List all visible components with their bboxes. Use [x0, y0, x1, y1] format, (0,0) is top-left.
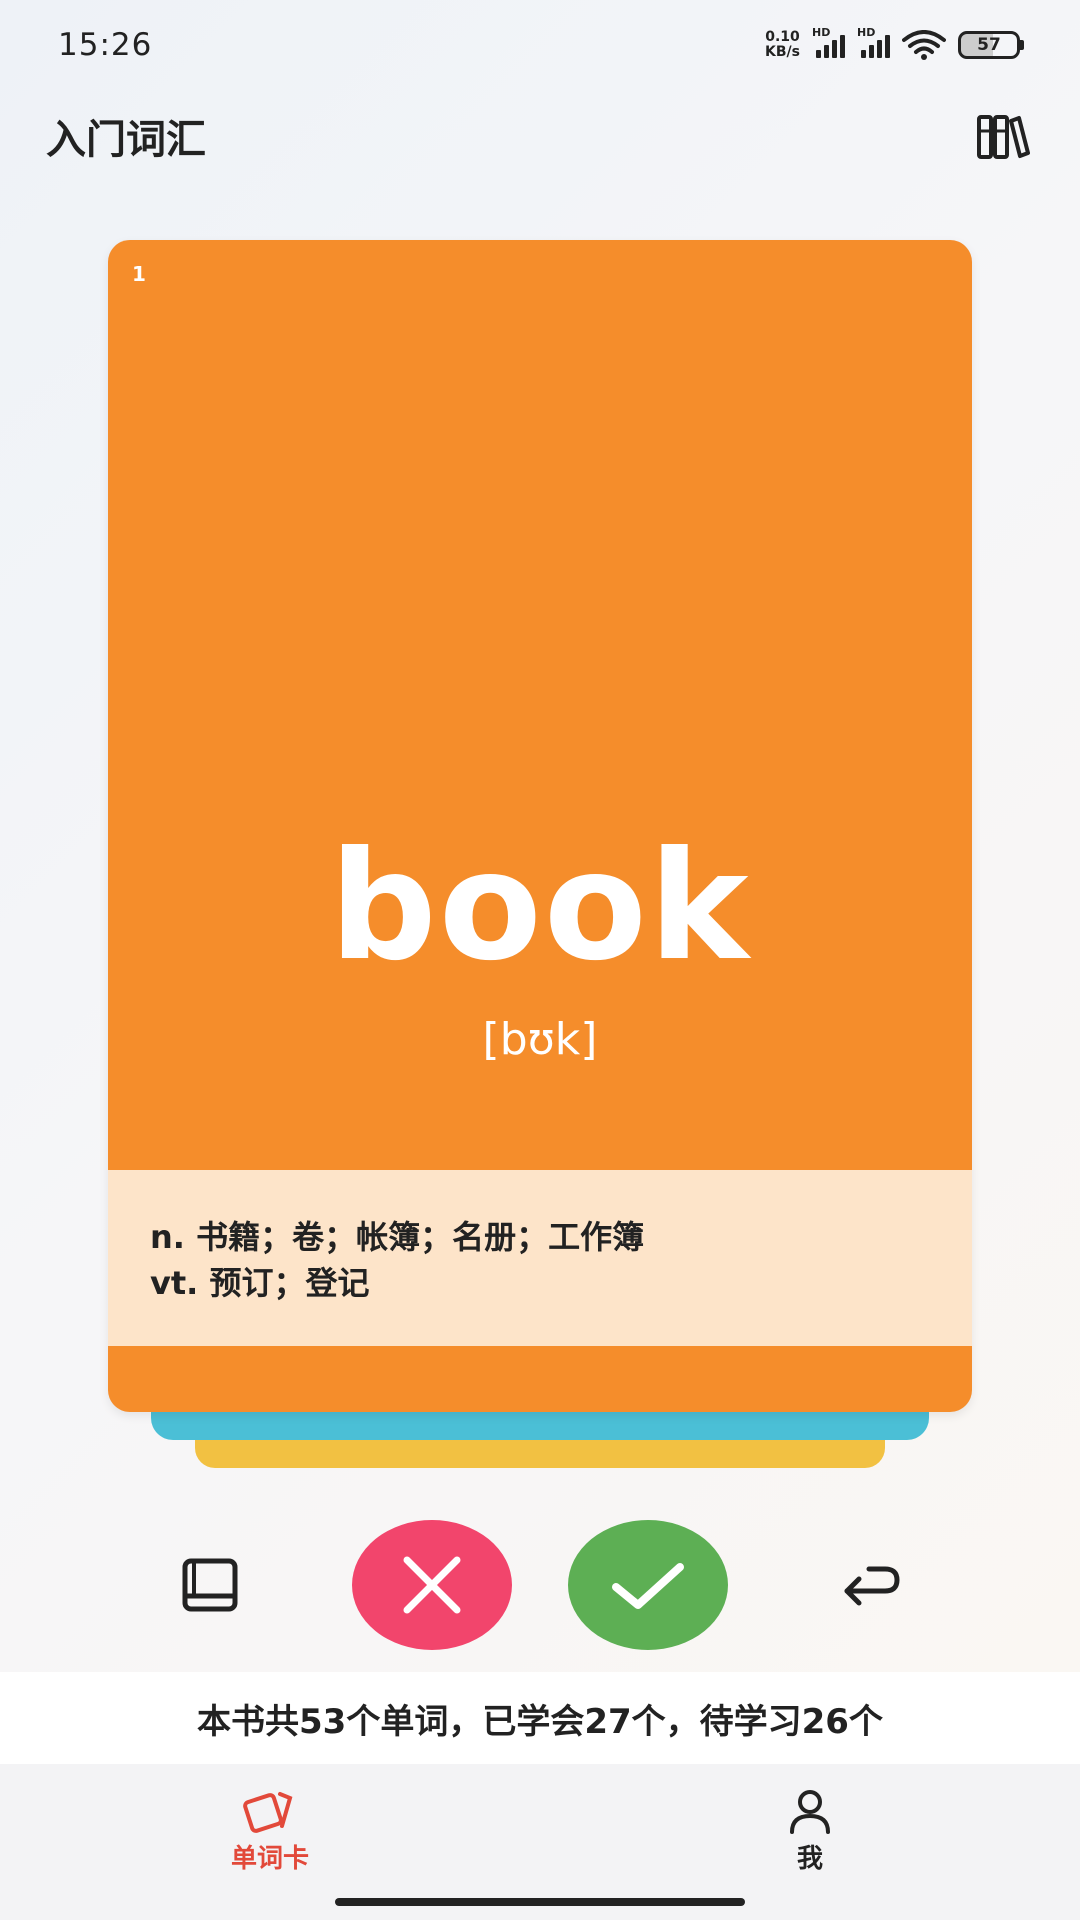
hd-label-2: HD — [857, 26, 876, 39]
phonetic-text: [bʊk] — [482, 1014, 598, 1065]
cards-icon — [243, 1792, 293, 1833]
bottom-nav: 单词卡 我 — [0, 1764, 1080, 1920]
definition-verb: vt. 预订；登记 — [150, 1264, 370, 1302]
definition-noun: n. 书籍；卷；帐簿；名册；工作簿 — [150, 1218, 645, 1256]
wifi-icon — [902, 30, 946, 60]
card-index: 1 — [132, 262, 146, 286]
home-indicator[interactable] — [335, 1898, 745, 1906]
status-icons: 0.10 KB/s HD HD 57 — [765, 26, 1024, 60]
check-icon — [612, 1563, 684, 1609]
dictionary-button[interactable] — [172, 1552, 248, 1618]
know-button[interactable] — [568, 1520, 728, 1650]
bookshelf-icon[interactable] — [976, 111, 1030, 161]
tab-me[interactable]: 我 — [740, 1788, 880, 1875]
hd-label: HD — [812, 26, 831, 39]
undo-button[interactable] — [832, 1552, 908, 1618]
action-row — [0, 1520, 1080, 1650]
book-icon — [182, 1558, 238, 1612]
word-card[interactable]: 1 book [bʊk] n. 书籍；卷；帐簿；名册；工作簿 vt. 预订；登记 — [108, 240, 972, 1412]
network-speed-value: 0.10 — [765, 29, 800, 45]
signal-icon-2: HD — [857, 26, 890, 58]
battery-icon: 57 — [958, 31, 1024, 59]
forget-button[interactable] — [352, 1520, 512, 1650]
close-icon — [403, 1556, 461, 1614]
network-speed: 0.10 KB/s — [765, 30, 800, 60]
status-bar: 15:26 0.10 KB/s HD HD 57 — [0, 0, 1080, 90]
tab-me-label: 我 — [796, 1844, 823, 1874]
tab-word-cards[interactable]: 单词卡 — [200, 1788, 340, 1875]
undo-icon — [844, 1566, 900, 1606]
status-time: 15:26 — [58, 27, 153, 63]
definition-panel: n. 书籍；卷；帐簿；名册；工作簿 vt. 预订；登记 — [108, 1170, 972, 1346]
page-title: 入门词汇 — [46, 117, 206, 163]
tab-word-cards-label: 单词卡 — [230, 1844, 309, 1874]
header: 入门词汇 — [0, 96, 1080, 176]
battery-level: 57 — [977, 35, 1001, 55]
signal-icon: HD — [812, 26, 845, 58]
network-speed-unit: KB/s — [765, 44, 800, 60]
person-icon — [790, 1790, 830, 1834]
progress-summary: 本书共53个单词，已学会27个，待学习26个 — [0, 1672, 1080, 1764]
word-text: book — [329, 820, 751, 994]
